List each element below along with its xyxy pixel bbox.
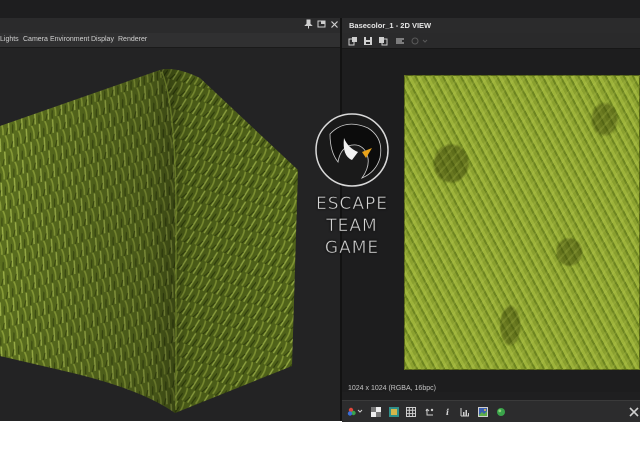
menu-renderer[interactable]: Renderer [118,33,147,47]
info-icon[interactable]: i [442,406,453,417]
logo-text-line-3: GAME [324,238,380,259]
grass-cube-render [0,69,298,413]
zoom-icon[interactable] [410,35,430,46]
menu-environment[interactable]: Environment [50,33,89,47]
channels-icon[interactable] [347,406,363,417]
duplicate-icon[interactable] [377,35,388,46]
logo-text-line-1: ESCAPE [315,194,389,215]
2d-view-titlebar: Basecolor_1 - 2D VIEW [342,18,640,33]
logo-emblem [315,113,389,187]
3d-viewport[interactable] [0,48,340,421]
logo-text-line-2: TEAM [326,216,378,237]
info-icon-glyph: i [445,406,450,417]
basecolor-texture-image [404,75,640,370]
save-icon[interactable] [362,35,373,46]
reset-icon[interactable] [424,406,435,417]
close-icon[interactable] [330,19,339,32]
float-icon[interactable] [317,19,326,32]
texture-resolution-label: 1024 x 1024 (RGBA, 16bpc) [348,385,436,392]
image-icon[interactable] [477,406,488,417]
tiling-icon[interactable] [629,406,639,417]
settings-icon[interactable] [394,35,405,46]
3d-view-titlebar [0,18,340,33]
menu-lights[interactable]: Lights [0,33,19,47]
grid-icon[interactable] [405,406,416,417]
pin-icon[interactable] [304,19,313,32]
2d-view-bottom-toolbar: i [342,400,640,422]
2d-view-toolbar [342,33,640,49]
color-swatch-icon[interactable] [388,406,399,417]
substance-painter-window: Lights Camera Environment Display Render… [0,0,640,422]
sphere-icon[interactable] [495,406,506,417]
menu-display[interactable]: Display [91,33,114,47]
escape-team-game-logo: ESCAPE TEAM GAME [300,112,404,262]
3d-view-panel: Lights Camera Environment Display Render… [0,18,342,421]
copy-icon[interactable] [347,35,358,46]
2d-view-title: Basecolor_1 - 2D VIEW [349,21,432,30]
histogram-icon[interactable] [459,406,470,417]
menu-camera[interactable]: Camera [23,33,48,47]
checker-icon[interactable] [370,406,381,417]
3d-view-menubar: Lights Camera Environment Display Render… [0,33,340,48]
